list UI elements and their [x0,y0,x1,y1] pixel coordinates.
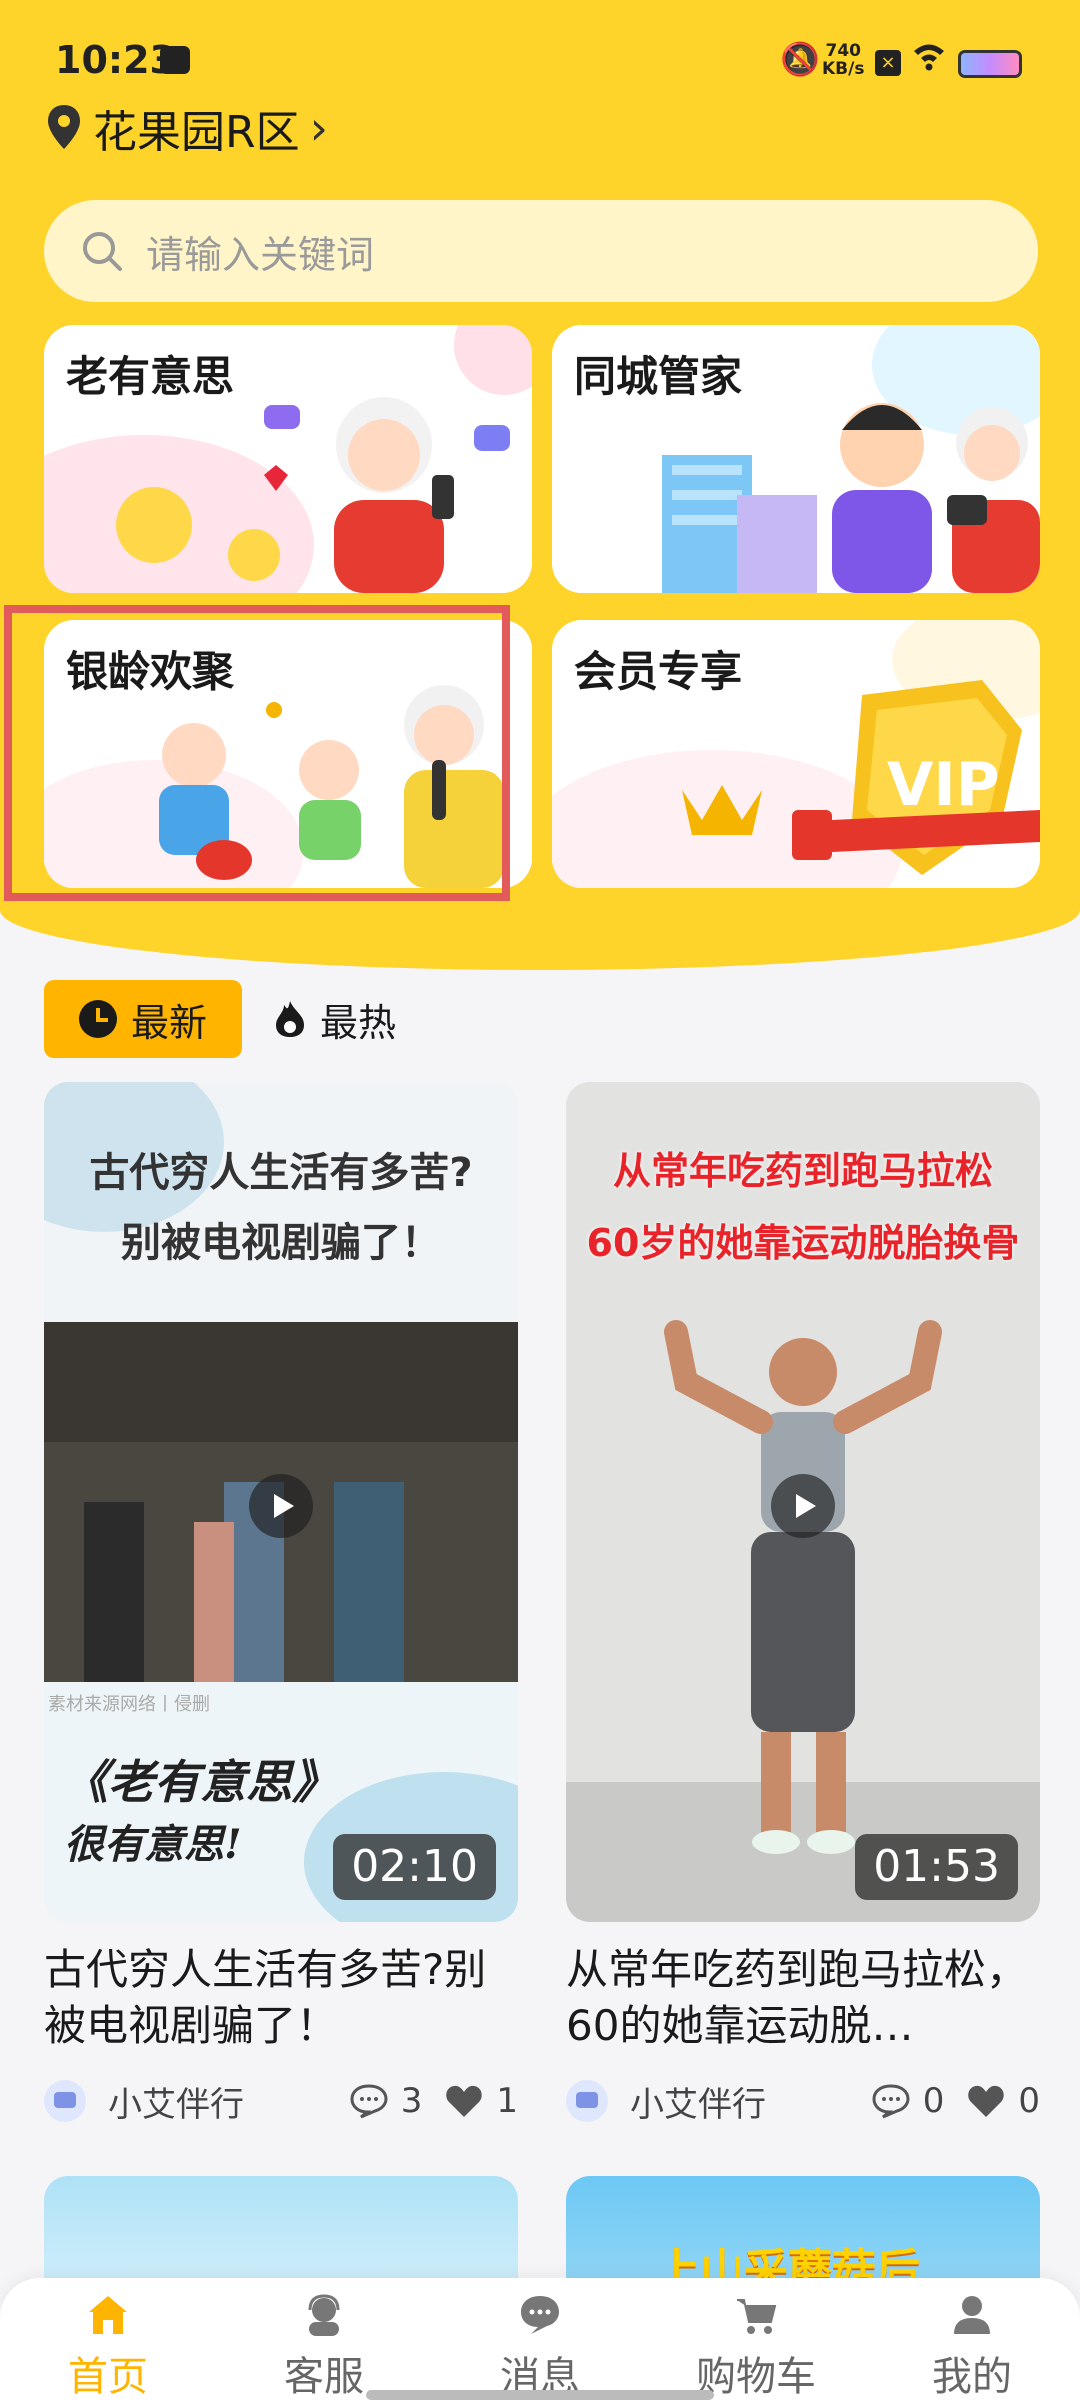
heart-icon[interactable] [444,2083,484,2119]
wifi-icon [912,40,946,80]
comment-count: 0 [922,2081,945,2121]
category-card-tongchengguanjia[interactable]: 同城管家 [552,325,1040,593]
tab-label: 最热 [320,1000,397,1045]
flame-icon [276,1001,304,1037]
location-name: 花果园R区 [93,107,300,158]
video-card[interactable]: 古代穷人生活有多苦? 别被电视剧骗了！ 素材来源网络丨侵删 《老有意思》 很有意… [44,1082,518,1922]
search-icon [83,232,122,271]
mute-icon: 🔕 [780,40,820,78]
video-duration: 02:10 [333,1834,496,1900]
play-icon [249,1474,313,1538]
video-meta: 小艾伴行 3 1 [44,2076,518,2126]
sim-icon: × [875,50,901,76]
chevron-right-icon: › [309,101,328,155]
message-icon [521,2296,559,2334]
customer-service-icon [308,2294,340,2336]
author-avatar[interactable] [44,2080,86,2122]
play-icon [771,1474,835,1538]
author-avatar[interactable] [566,2080,608,2122]
video-overlay-line: 《老有意思》 [62,1755,338,1809]
nav-label: 首页 [68,2354,148,2400]
category-title: 老有意思 [66,352,235,401]
nav-home[interactable]: 首页 [0,2292,216,2402]
video-overlay-line: 60岁的她靠运动脱胎换骨 [586,1221,1020,1265]
comment-icon[interactable] [871,2083,911,2119]
tab-newest[interactable]: 最新 [44,980,242,1058]
nav-label: 我的 [932,2354,1012,2400]
video-overlay-line: 从常年吃药到跑马拉松 [612,1149,993,1193]
author-name[interactable]: 小艾伴行 [630,2077,871,2126]
category-card-laoyouyisi[interactable]: 老有意思 [44,325,532,593]
heart-icon[interactable] [966,2083,1006,2119]
like-count: 1 [496,2081,518,2121]
comment-icon[interactable] [349,2083,389,2119]
notification-icon [160,46,190,74]
nav-cart[interactable]: 购物车 [648,2292,864,2402]
battery-icon [958,50,1022,78]
category-title: 会员专享 [574,647,743,696]
profile-icon [954,2296,990,2334]
source-note: 素材来源网络丨侵删 [48,1694,210,1715]
video-overlay-line: 古代穷人生活有多苦? [89,1150,473,1196]
video-card[interactable]: 从常年吃药到跑马拉松 60岁的她靠运动脱胎换骨 01:53 [566,1082,1040,1922]
category-title: 银龄欢聚 [66,647,235,696]
home-indicator [366,2390,714,2400]
video-title[interactable]: 从常年吃药到跑马拉松，60的她靠运动脱… [566,1942,1040,2054]
video-overlay-line: 别被电视剧骗了！ [121,1220,441,1266]
status-bar: 10:23 🔕 740 KB/s × [0,0,1080,110]
search-placeholder: 请输入关键词 [146,232,375,277]
tab-hottest[interactable]: 最热 [272,980,396,1058]
comment-count: 3 [400,2081,423,2121]
svg-text:VIP: VIP [887,750,1000,820]
video-meta: 小艾伴行 0 0 [566,2076,1040,2126]
nav-customer-service[interactable]: 客服 [216,2292,432,2402]
category-card-huiyuanzhuanxiang[interactable]: VIP 会员专享 [552,620,1040,888]
cart-icon [737,2299,777,2334]
nav-messages[interactable]: 消息 [432,2292,648,2402]
search-input[interactable]: 请输入关键词 [44,200,1038,302]
location-selector[interactable]: 花果园R区 › [45,98,328,158]
bottom-nav: 首页 客服 消息 购物车 我的 [0,2278,1080,2408]
category-title: 同城管家 [574,352,743,401]
nav-profile[interactable]: 我的 [864,2292,1080,2402]
tab-label: 最新 [130,1000,207,1045]
network-speed: 740 KB/s [822,41,865,79]
author-name[interactable]: 小艾伴行 [108,2077,349,2126]
location-pin-icon [48,105,80,149]
video-overlay-line: 很有意思! [64,1821,242,1868]
like-count: 0 [1018,2081,1040,2121]
home-icon [89,2296,127,2334]
status-time: 10:23 [55,38,176,82]
video-title[interactable]: 古代穷人生活有多苦?别被电视剧骗了！ [44,1942,518,2054]
video-duration: 01:53 [855,1834,1018,1900]
clock-icon [78,1000,117,1038]
